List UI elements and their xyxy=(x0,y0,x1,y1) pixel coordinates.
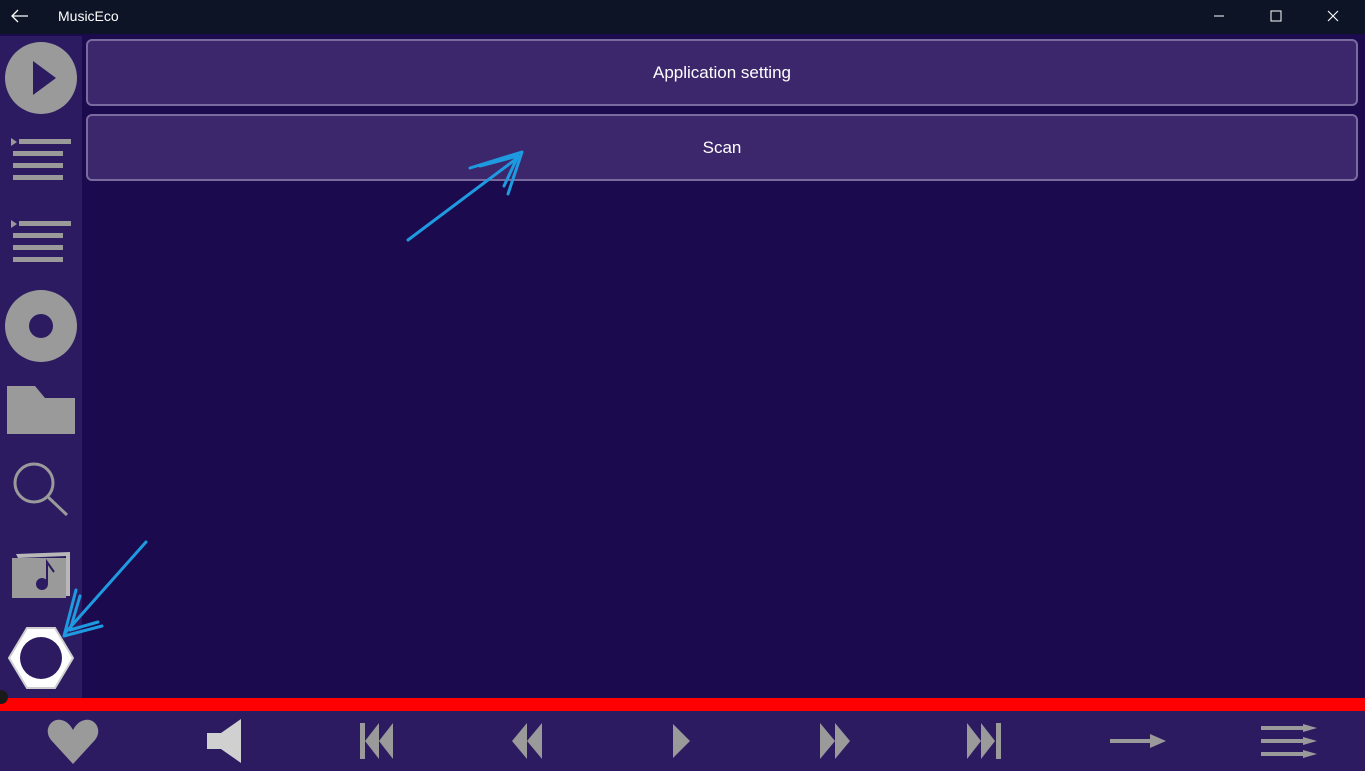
play-circle-icon xyxy=(5,42,77,114)
fast-forward-icon xyxy=(820,723,850,759)
shuffle-mode-button[interactable] xyxy=(1254,713,1324,769)
scan-button[interactable]: Scan xyxy=(86,114,1358,181)
sidebar-item-playlists[interactable] xyxy=(0,202,82,282)
sidebar-item-now-playing[interactable] xyxy=(0,38,82,118)
sidebar-item-search[interactable] xyxy=(0,449,82,529)
sidebar-item-music-library[interactable] xyxy=(0,536,82,616)
app-title: MusicEco xyxy=(58,8,119,24)
sidebar-item-folders[interactable] xyxy=(0,370,82,450)
back-arrow-icon[interactable] xyxy=(8,4,32,28)
skip-previous-icon xyxy=(360,723,393,759)
favorite-button[interactable] xyxy=(38,713,108,769)
heart-icon xyxy=(47,719,99,764)
close-icon[interactable] xyxy=(1304,0,1362,32)
minimize-icon[interactable] xyxy=(1190,0,1248,32)
music-note-icon xyxy=(12,552,70,598)
rewind-icon xyxy=(512,723,542,759)
next-track-button[interactable] xyxy=(949,713,1019,769)
play-icon xyxy=(673,724,690,758)
settings-page: Application setting Scan xyxy=(82,36,1365,698)
skip-next-icon xyxy=(967,723,1001,759)
folder-icon xyxy=(7,386,75,434)
app-window: MusicEco Application setting Scan xyxy=(0,0,1365,771)
playback-progress-bar[interactable] xyxy=(0,698,1365,711)
previous-track-button[interactable] xyxy=(342,713,412,769)
player-controls-bar xyxy=(0,711,1365,771)
sidebar-item-settings[interactable] xyxy=(0,618,82,698)
fast-forward-button[interactable] xyxy=(800,713,870,769)
title-bar: MusicEco xyxy=(0,0,1365,34)
gear-icon xyxy=(7,627,75,689)
search-icon xyxy=(13,462,69,517)
list-icon xyxy=(11,220,71,262)
play-button[interactable] xyxy=(647,713,717,769)
shuffle-icon xyxy=(1261,724,1317,758)
rewind-button[interactable] xyxy=(492,713,562,769)
application-setting-button[interactable]: Application setting xyxy=(86,39,1358,106)
sidebar-item-albums[interactable] xyxy=(0,286,82,366)
repeat-mode-button[interactable] xyxy=(1103,713,1173,769)
volume-button[interactable] xyxy=(190,713,260,769)
maximize-icon[interactable] xyxy=(1247,0,1305,32)
sidebar-item-now-playing-list[interactable] xyxy=(0,120,82,200)
arrow-right-icon xyxy=(1110,734,1166,748)
sidebar xyxy=(0,36,82,698)
playlist-icon xyxy=(11,138,71,180)
speaker-icon xyxy=(207,719,241,763)
disc-icon xyxy=(5,290,77,362)
